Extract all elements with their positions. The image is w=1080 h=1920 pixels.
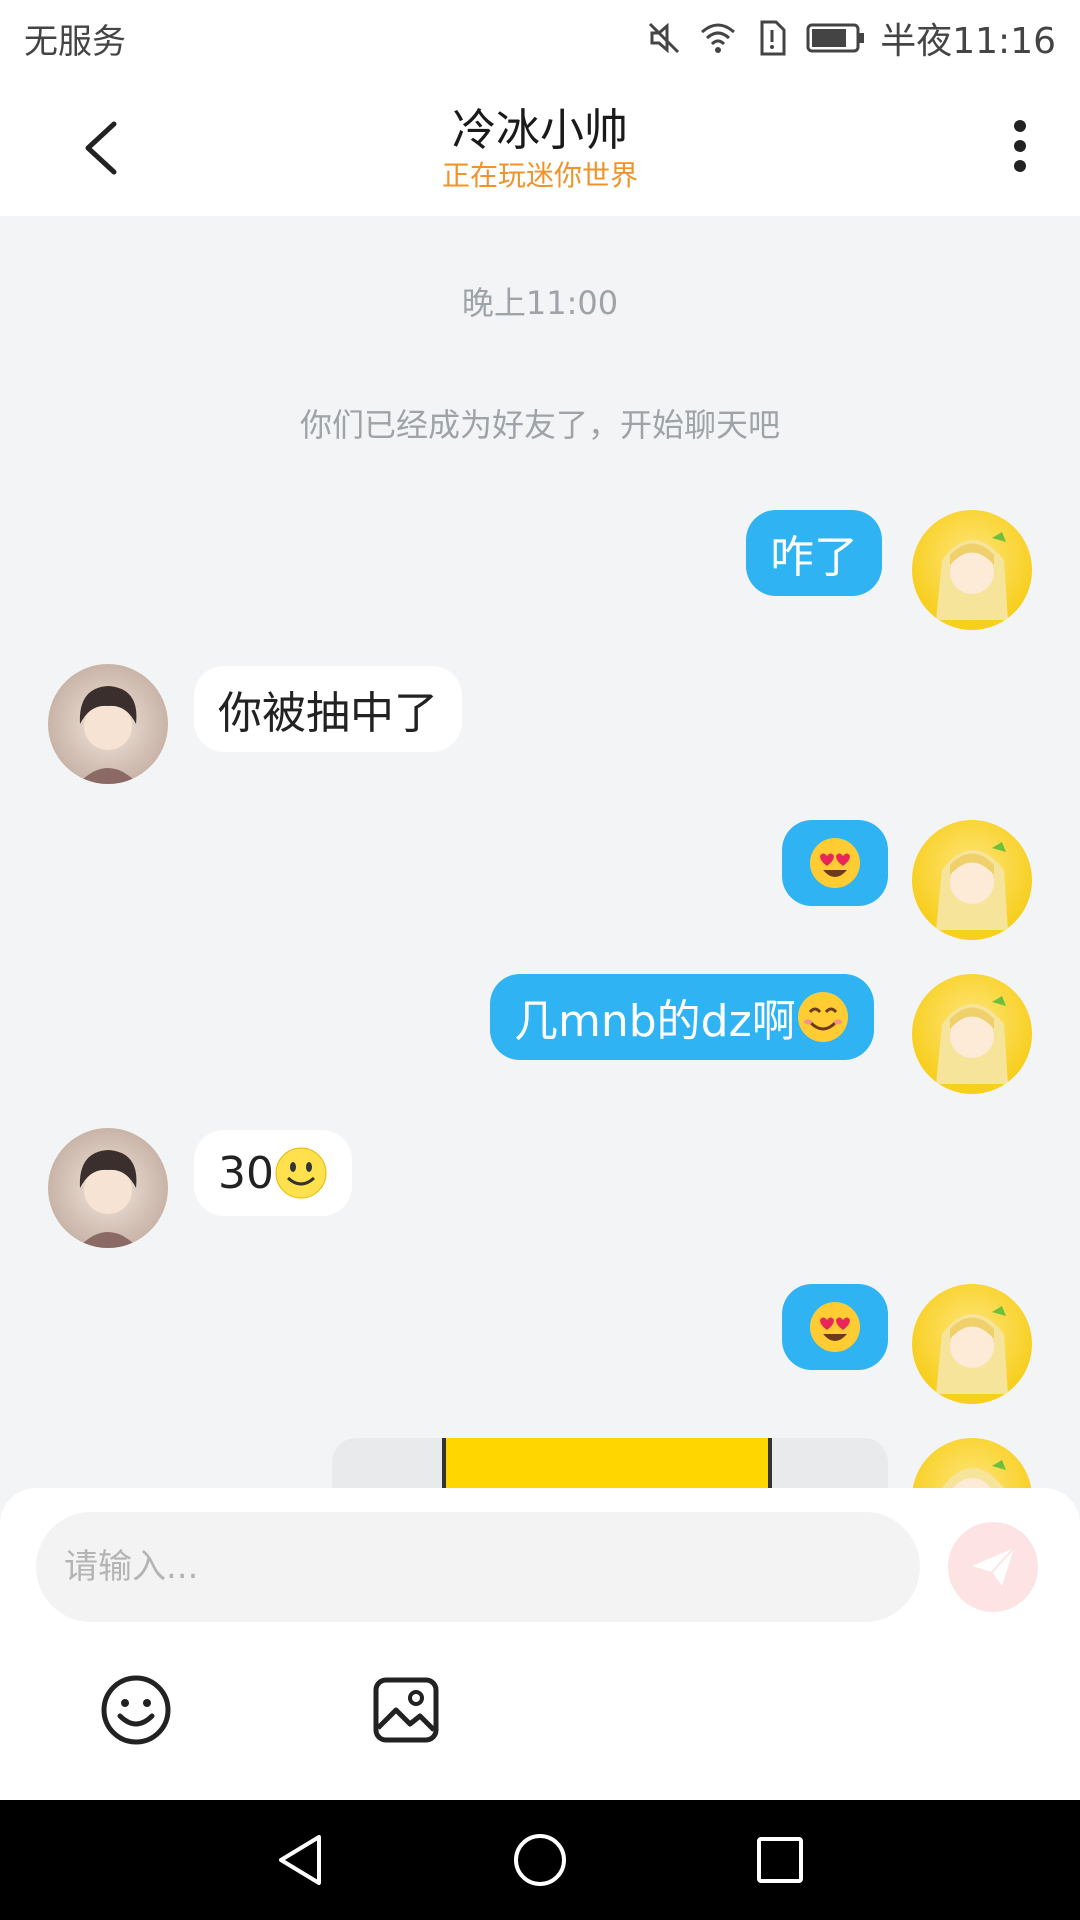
smiling-face-emoji-icon bbox=[797, 992, 848, 1042]
carrier-label: 无服务 bbox=[24, 22, 126, 62]
nav-recents-button[interactable] bbox=[750, 1830, 810, 1890]
my-avatar[interactable] bbox=[912, 1284, 1032, 1404]
message-text: 你被抽中了 bbox=[218, 688, 438, 739]
message-image-content bbox=[442, 1438, 772, 1490]
status-bar: 无服务 半夜11:16 bbox=[0, 0, 1080, 76]
slight-smile-emoji-icon bbox=[275, 1147, 327, 1199]
message-bubble-incoming[interactable]: 30 bbox=[194, 1130, 352, 1216]
smiley-icon bbox=[101, 1675, 171, 1745]
send-button[interactable] bbox=[948, 1522, 1038, 1612]
image-icon bbox=[373, 1677, 439, 1743]
message-text: 30 bbox=[218, 1147, 274, 1199]
message-bubble-outgoing[interactable] bbox=[782, 1284, 888, 1370]
message-bubble-outgoing[interactable]: 咋了 bbox=[746, 510, 882, 596]
anime-girl-avatar-image bbox=[936, 532, 1008, 620]
emoji-button[interactable] bbox=[96, 1670, 176, 1750]
contact-status: 正在玩迷你世界 bbox=[441, 159, 638, 192]
triangle-back-icon bbox=[279, 1835, 321, 1885]
message-bubble-outgoing[interactable] bbox=[782, 820, 888, 906]
anime-girl-avatar-image bbox=[936, 842, 1008, 930]
my-avatar[interactable] bbox=[912, 974, 1032, 1094]
message-text: 几mnb的dz啊 bbox=[514, 996, 796, 1047]
status-icons: 半夜11:16 bbox=[644, 12, 1056, 64]
contact-avatar[interactable] bbox=[48, 1128, 168, 1248]
my-avatar[interactable] bbox=[912, 820, 1032, 940]
system-navigation-bar bbox=[0, 1800, 1080, 1920]
clock: 半夜11:16 bbox=[880, 21, 1056, 62]
chat-header: 冷冰小帅 正在玩迷你世界 bbox=[0, 76, 1080, 216]
nav-back-button[interactable] bbox=[270, 1830, 330, 1890]
contact-avatar[interactable] bbox=[48, 664, 168, 784]
more-vertical-icon bbox=[1014, 120, 1026, 172]
chat-message-list[interactable]: 晚上11:00 你们已经成为好友了，开始聊天吧 咋了 你被抽中了 几mnb的dz… bbox=[0, 216, 1080, 1490]
my-avatar[interactable] bbox=[912, 1438, 1032, 1490]
more-options-button[interactable] bbox=[980, 106, 1060, 186]
battery-icon bbox=[806, 23, 865, 53]
message-bubble-outgoing[interactable]: 几mnb的dz啊 bbox=[490, 974, 874, 1060]
image-picker-button[interactable] bbox=[366, 1670, 446, 1750]
message-timestamp: 晚上11:00 bbox=[461, 284, 619, 322]
my-avatar[interactable] bbox=[912, 510, 1032, 630]
wifi-icon bbox=[701, 23, 736, 53]
anime-girl-avatar-image bbox=[941, 1460, 1006, 1490]
anime-girl-avatar-image bbox=[936, 996, 1008, 1084]
message-bubble-incoming[interactable]: 你被抽中了 bbox=[194, 666, 462, 752]
anime-boy-avatar-image bbox=[78, 1150, 138, 1248]
sim-alert-icon bbox=[760, 20, 786, 56]
square-recents-icon bbox=[757, 1837, 803, 1883]
message-input-panel bbox=[0, 1488, 1080, 1800]
circle-home-icon bbox=[514, 1834, 566, 1886]
message-image-outgoing[interactable] bbox=[332, 1438, 888, 1490]
heart-eyes-emoji-icon bbox=[810, 838, 860, 888]
send-plane-icon bbox=[972, 1547, 1015, 1586]
mute-icon bbox=[649, 22, 680, 54]
contact-name: 冷冰小帅 bbox=[452, 105, 628, 156]
anime-boy-avatar-image bbox=[78, 686, 138, 784]
nav-home-button[interactable] bbox=[510, 1830, 570, 1890]
anime-girl-avatar-image bbox=[936, 1306, 1008, 1394]
message-text: 咋了 bbox=[770, 532, 858, 583]
system-message: 你们已经成为好友了，开始聊天吧 bbox=[299, 406, 780, 444]
message-input[interactable] bbox=[36, 1512, 920, 1622]
heart-eyes-emoji-icon bbox=[810, 1302, 860, 1352]
